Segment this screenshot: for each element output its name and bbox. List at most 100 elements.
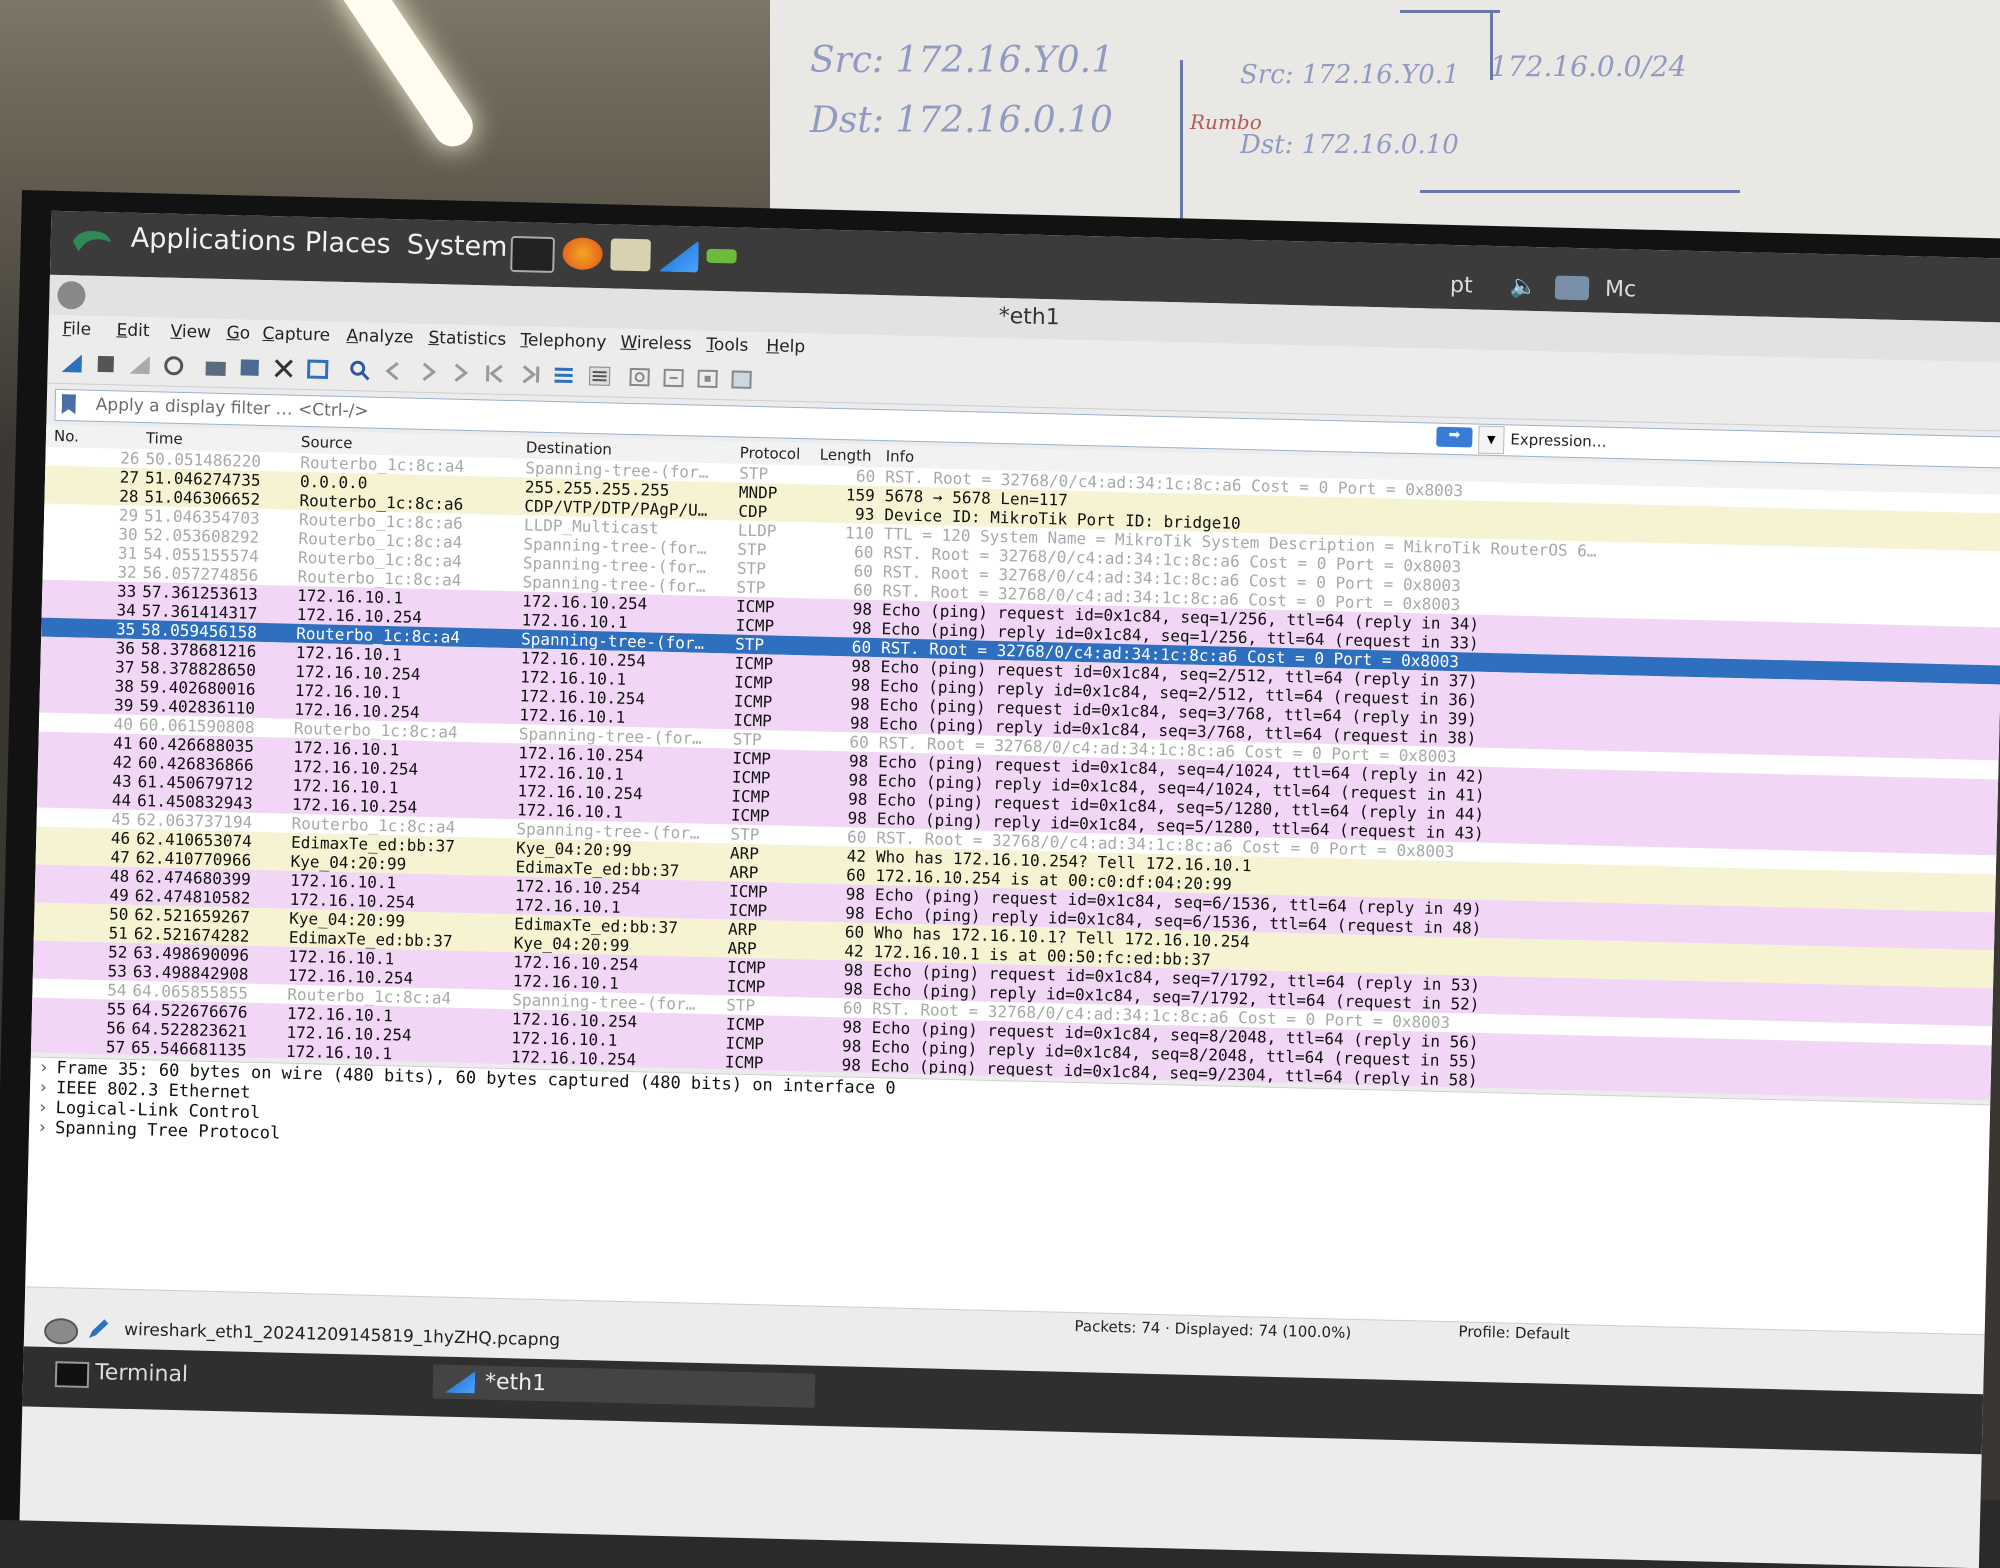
detail-text: Spanning Tree Protocol <box>54 1118 281 1144</box>
first-packet-icon[interactable] <box>483 362 508 385</box>
cell-dst: 172.16.10.254 <box>510 1047 637 1070</box>
cell-no: 29 <box>118 505 139 525</box>
open-file-icon[interactable] <box>203 355 228 378</box>
cell-dst: 172.16.10.1 <box>511 1028 618 1050</box>
autoscroll-icon[interactable] <box>551 364 576 387</box>
network-tool-launcher-icon[interactable] <box>706 248 737 264</box>
menu-file[interactable]: File <box>62 319 91 340</box>
cell-proto: STP <box>732 729 762 750</box>
column-header-info[interactable]: Info <box>886 447 915 466</box>
keyboard-layout-indicator[interactable]: pt <box>1450 273 1473 299</box>
menu-analyze[interactable]: Analyze <box>346 326 413 348</box>
column-header-source[interactable]: Source <box>301 433 353 452</box>
cell-no: 45 <box>111 809 131 829</box>
capture-options-icon[interactable] <box>161 354 186 377</box>
resize-columns-icon[interactable] <box>729 368 754 391</box>
expand-arrow-icon[interactable]: › <box>37 1118 55 1138</box>
cell-len: 98 <box>842 1017 863 1037</box>
cell-src: 172.16.10.1 <box>285 1041 393 1064</box>
menu-applications[interactable]: Applications <box>130 223 296 258</box>
menu-wireless[interactable]: Wireless <box>620 333 692 355</box>
tray-extra[interactable]: Mc <box>1605 277 1637 303</box>
cell-proto: ICMP <box>735 596 775 617</box>
cell-src: 172.16.10.1 <box>295 642 402 665</box>
menu-statistics[interactable]: Statistics <box>428 328 506 350</box>
packet-list[interactable]: No. Time Source Destination Protocol Len… <box>30 424 2000 1101</box>
normal-size-icon[interactable] <box>695 368 720 391</box>
go-to-packet-icon[interactable] <box>449 362 474 385</box>
column-header-protocol[interactable]: Protocol <box>740 444 801 463</box>
column-header-time[interactable]: Time <box>146 429 183 448</box>
cell-no: 44 <box>111 790 132 810</box>
zoom-out-icon[interactable] <box>661 367 686 390</box>
close-file-icon[interactable] <box>271 357 296 380</box>
cell-no: 32 <box>117 562 137 582</box>
expert-info-icon[interactable] <box>43 1317 79 1345</box>
menu-telephony[interactable]: Telephony <box>520 330 606 352</box>
display-filter-placeholder: Apply a display filter … <Ctrl-/> <box>95 394 369 422</box>
text-editor-launcher-icon[interactable] <box>610 238 651 272</box>
cell-no: 54 <box>106 980 127 1000</box>
menu-help[interactable]: Help <box>766 336 805 357</box>
cell-no: 51 <box>108 923 129 943</box>
menu-view[interactable]: View <box>170 322 211 343</box>
expand-arrow-icon[interactable]: › <box>38 1058 56 1078</box>
restart-capture-icon[interactable] <box>127 354 152 377</box>
profile-indicator[interactable]: Profile: Default <box>1458 1322 1570 1343</box>
whiteboard: Src: 172.16.Y0.1 Dst: 172.16.0.10 Src: 1… <box>770 0 2000 245</box>
taskbar-item-wireshark[interactable]: *eth1 <box>432 1364 816 1408</box>
cell-proto: ICMP <box>724 1052 764 1073</box>
column-header-no[interactable]: No. <box>54 427 79 446</box>
apply-filter-arrow-icon[interactable]: ➡ <box>1436 426 1473 448</box>
firefox-launcher-icon[interactable] <box>562 237 603 271</box>
menu-places[interactable]: Places <box>304 227 391 260</box>
terminal-launcher-icon[interactable] <box>510 235 556 274</box>
cell-proto: ICMP <box>728 900 768 921</box>
expression-button[interactable]: Expression… <box>1510 430 1607 450</box>
last-packet-icon[interactable] <box>517 363 542 386</box>
go-back-icon[interactable] <box>381 360 406 383</box>
cell-proto: ICMP <box>731 786 771 807</box>
whiteboard-text: Src: 172.16.Y0.1 <box>810 40 1115 81</box>
capture-comment-icon[interactable] <box>86 1317 111 1342</box>
column-header-destination[interactable]: Destination <box>526 438 612 458</box>
wireshark-launcher-icon[interactable] <box>658 240 699 273</box>
cell-no: 34 <box>116 600 136 620</box>
cell-proto: ARP <box>727 938 757 959</box>
wireshark-icon <box>445 1371 476 1394</box>
find-packet-icon[interactable] <box>347 359 372 382</box>
cell-src: 172.16.10.1 <box>289 870 397 893</box>
expand-arrow-icon[interactable]: › <box>37 1098 55 1118</box>
taskbar-item-terminal[interactable]: Terminal <box>43 1355 189 1393</box>
cell-len: 42 <box>846 846 867 866</box>
network-icon[interactable] <box>1554 275 1590 301</box>
volume-icon[interactable]: 🔈 <box>1510 274 1538 300</box>
cell-no: 36 <box>115 638 136 658</box>
menu-system[interactable]: System <box>406 229 507 262</box>
menu-edit[interactable]: Edit <box>116 320 149 341</box>
expand-arrow-icon[interactable]: › <box>38 1078 56 1098</box>
cell-len: 159 <box>845 485 876 505</box>
go-forward-icon[interactable] <box>415 361 440 384</box>
bookmark-icon[interactable] <box>62 394 76 414</box>
stop-capture-icon[interactable] <box>94 353 119 376</box>
reload-file-icon[interactable] <box>305 358 330 381</box>
column-header-length[interactable]: Length <box>820 446 872 465</box>
cell-proto: ICMP <box>733 691 773 712</box>
cell-proto: STP <box>737 539 767 560</box>
cell-src: 172.16.10.1 <box>292 775 399 798</box>
menu-go[interactable]: Go <box>226 323 250 344</box>
colorize-icon[interactable] <box>587 365 612 388</box>
filter-history-dropdown-icon[interactable]: ▼ <box>1477 425 1505 455</box>
menu-tools[interactable]: Tools <box>706 335 748 356</box>
zoom-in-icon[interactable] <box>627 366 652 389</box>
save-file-icon[interactable] <box>237 356 262 379</box>
menu-capture[interactable]: Capture <box>262 324 330 346</box>
cell-len: 60 <box>853 561 874 581</box>
cell-proto: ICMP <box>726 957 766 978</box>
kali-logo-icon[interactable] <box>70 225 113 256</box>
cell-no: 37 <box>114 657 135 677</box>
cell-no: 57 <box>105 1037 126 1057</box>
start-capture-icon[interactable] <box>60 352 85 375</box>
cell-dst: 172.16.10.1 <box>521 610 628 632</box>
